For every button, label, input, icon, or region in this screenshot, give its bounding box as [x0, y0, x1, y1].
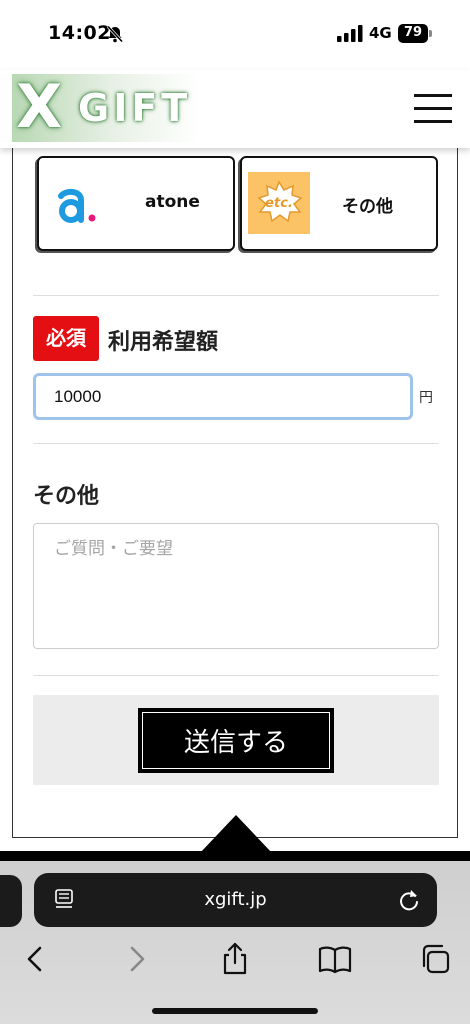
battery-icon: 79: [398, 24, 432, 44]
browser-toolbar: xgift.jp: [0, 861, 470, 1024]
logo-text: GIFT: [78, 86, 192, 130]
signal-icon: [337, 25, 363, 42]
bookmarks-icon[interactable]: [317, 941, 353, 977]
svg-text:etc.: etc.: [265, 196, 293, 211]
divider: [33, 295, 439, 296]
payment-option-other[interactable]: etc. その他: [240, 156, 438, 251]
browser-nav-row: [0, 941, 470, 977]
share-icon[interactable]: [217, 941, 253, 977]
scroll-to-top-button[interactable]: [200, 815, 272, 853]
contact-form: atone etc. その他 必須 利用希望額 円 その他 送信する: [12, 140, 458, 838]
required-badge: 必須: [33, 316, 99, 361]
divider: [33, 443, 439, 444]
page-footer-edge: [0, 851, 470, 861]
logo-mark: X: [16, 72, 63, 142]
bell-off-icon: [106, 25, 124, 43]
amount-input[interactable]: [33, 373, 413, 420]
status-bar: 14:02 4G 79: [0, 0, 470, 70]
other-label: その他: [33, 484, 100, 509]
submit-area: 送信する: [33, 695, 439, 785]
tabs-icon[interactable]: [418, 941, 454, 977]
hamburger-icon[interactable]: [414, 92, 454, 126]
payment-option-atone[interactable]: atone: [37, 156, 235, 251]
network-type: 4G: [369, 24, 392, 42]
amount-label: 利用希望額: [108, 330, 219, 355]
site-header: X GIFT: [0, 70, 470, 148]
amount-unit: 円: [419, 390, 433, 406]
payment-option-label: その他: [342, 197, 393, 217]
previous-tab-preview[interactable]: [0, 875, 22, 927]
back-icon[interactable]: [18, 941, 54, 977]
battery-level: 79: [403, 25, 423, 40]
address-bar[interactable]: xgift.jp: [34, 873, 437, 927]
payment-option-label: atone: [145, 192, 200, 212]
submit-button[interactable]: 送信する: [138, 708, 334, 773]
xgift-logo[interactable]: X GIFT: [12, 74, 200, 142]
home-indicator: [152, 1008, 318, 1014]
reload-icon[interactable]: [398, 888, 420, 912]
forward-icon[interactable]: [118, 941, 154, 977]
atone-logo-icon: [58, 188, 96, 223]
status-time: 14:02: [48, 22, 111, 44]
etc-icon: etc.: [248, 172, 310, 234]
divider: [33, 675, 439, 676]
message-textarea[interactable]: [33, 523, 439, 649]
url-text: xgift.jp: [204, 889, 267, 910]
